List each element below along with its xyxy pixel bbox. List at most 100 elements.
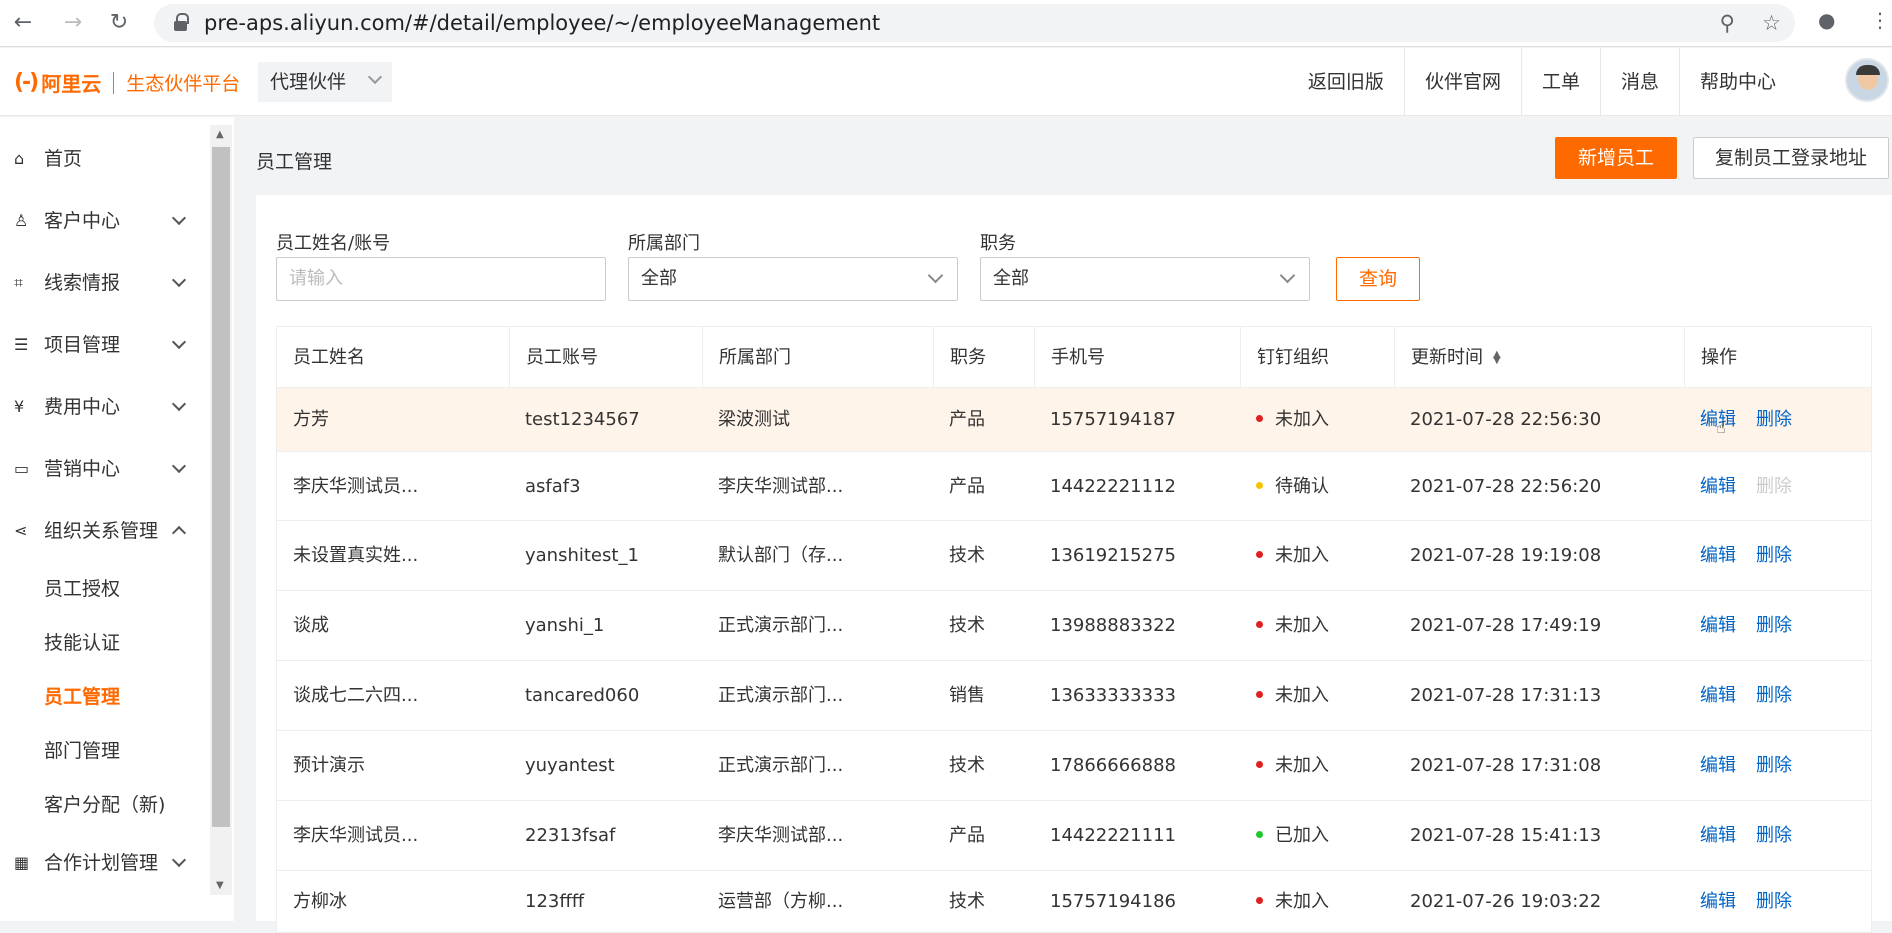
cell-name: 谈成七二六四... (293, 685, 419, 706)
table-row[interactable]: 未设置真实姓... yanshitest_1 默认部门（存... 技术 13619215… (276, 521, 1872, 591)
chevron-up-icon (171, 525, 187, 541)
table-row[interactable]: 方芳 test1234567 梁波测试 产品 15757194187 未加入 2021-07… (276, 388, 1872, 452)
link-help[interactable]: 帮助中心 (1678, 48, 1796, 116)
scroll-up-icon[interactable]: ▲ (216, 129, 224, 140)
chevron-down-icon (171, 458, 187, 474)
sidebar-item-leads[interactable]: ⌗ 线索情报 (0, 263, 210, 303)
delete-link[interactable]: 删除 (1756, 825, 1792, 846)
sidebar-item-customer[interactable]: ♙ 客户中心 (0, 201, 210, 241)
role-select[interactable]: 全部 (980, 257, 1310, 301)
sidebar-item-marketing[interactable]: ▭ 营销中心 (0, 449, 210, 489)
edit-link[interactable]: 编辑 (1700, 891, 1736, 912)
cell-dept: 默认部门（存... (718, 545, 844, 566)
cell-phone: 14422221112 (1050, 476, 1176, 497)
add-employee-button[interactable]: 新增员工 (1555, 137, 1677, 179)
chevron-down-icon (171, 852, 187, 868)
cell-dept: 李庆华测试部... (718, 825, 844, 846)
cell-dingtalk-status: 未加入 (1240, 731, 1394, 800)
avatar[interactable] (1845, 58, 1889, 102)
arrow-right-icon[interactable]: → (58, 10, 88, 35)
status-dot-icon (1256, 414, 1263, 422)
cell-account: yanshitest_1 (525, 545, 639, 566)
edit-link[interactable]: 编辑 (1700, 825, 1736, 846)
copy-login-url-button[interactable]: 复制员工登录地址 (1693, 137, 1889, 179)
cell-name: 李庆华测试员... (293, 825, 419, 846)
sidebar-item-projects[interactable]: ☰ 项目管理 (0, 325, 210, 365)
col-header-updated[interactable]: 更新时间 ▲ ▼ (1394, 327, 1684, 387)
sidebar-item-cooperation[interactable]: ▦ 合作计划管理 (0, 843, 210, 883)
name-filter-label: 员工姓名/账号 (276, 233, 391, 254)
sidebar-sub-authorization[interactable]: 员工授权 (44, 569, 120, 609)
sidebar-sub-employees[interactable]: 员工管理 (44, 677, 120, 717)
link-partner-site[interactable]: 伙伴官网 (1403, 48, 1521, 116)
delete-link[interactable]: 删除 (1756, 545, 1792, 566)
sidebar-item-organization[interactable]: ⋖ 组织关系管理 (0, 511, 210, 551)
table-body: 方芳 test1234567 梁波测试 产品 15757194187 未加入 2021-07… (276, 388, 1872, 933)
more-vert-icon[interactable]: ⋮ (1870, 8, 1890, 32)
sidebar-item-label: 合作计划管理 (44, 852, 159, 874)
delete-link[interactable]: 删除 (1756, 891, 1792, 912)
link-back-old[interactable]: 返回旧版 (1288, 48, 1404, 116)
name-filter-field[interactable] (276, 257, 606, 301)
home-icon: ⌂ (14, 149, 25, 168)
table-row[interactable]: 谈成七二六四... tancared060 正式演示部门... 销售 136333333… (276, 661, 1872, 731)
edit-link[interactable]: 编辑 (1700, 476, 1736, 497)
partner-type-select[interactable]: 代理伙伴 (258, 62, 392, 102)
dept-select[interactable]: 全部 (628, 257, 958, 301)
cell-updated: 2021-07-28 17:31:13 (1410, 685, 1602, 706)
dept-filter-label: 所属部门 (628, 233, 700, 254)
sidebar-sub-skills[interactable]: 技能认证 (44, 623, 120, 663)
sidebar-sub-departments[interactable]: 部门管理 (44, 731, 120, 771)
browser-toolbar: ← → ↻ pre-aps.aliyun.com/#/detail/employ… (0, 0, 1892, 47)
delete-link: 删除 (1756, 476, 1792, 497)
sidebar-sub-customer-assign[interactable]: 客户分配（新) (44, 785, 165, 825)
sidebar-scrollbar[interactable]: ▲ ▼ (210, 125, 232, 895)
mouse-cursor-icon: ☝ (1716, 418, 1726, 437)
query-button[interactable]: 查询 (1336, 257, 1420, 301)
edit-link[interactable]: 编辑 (1700, 685, 1736, 706)
link-ticket[interactable]: 工单 (1520, 48, 1600, 116)
status-text: 未加入 (1275, 615, 1329, 636)
delete-link[interactable]: 删除 (1756, 615, 1792, 636)
table-row[interactable]: 李庆华测试员... asfaf3 李庆华测试部... 产品 14422221112 待确认… (276, 452, 1872, 521)
status-dot-icon (1256, 550, 1263, 558)
status-dot-icon (1256, 481, 1263, 489)
star-icon[interactable]: ☆ (1762, 4, 1781, 42)
status-text: 未加入 (1275, 891, 1329, 912)
scroll-down-icon[interactable]: ▼ (216, 880, 224, 891)
table-row[interactable]: 预计演示 yuyantest 正式演示部门... 技术 17866666888 未加入 20… (276, 731, 1872, 801)
status-dot-icon (1256, 896, 1263, 904)
scrollbar-thumb[interactable] (212, 147, 230, 827)
delete-link[interactable]: 删除 (1756, 409, 1792, 430)
arrow-left-icon[interactable]: ← (8, 10, 38, 35)
table-row[interactable]: 谈成 yanshi_1 正式演示部门... 技术 13988883322 未加入 2021-… (276, 591, 1872, 661)
name-search-input[interactable] (289, 258, 590, 299)
sidebar-item-label: 费用中心 (44, 396, 121, 418)
edit-link[interactable]: 编辑 (1700, 755, 1736, 776)
link-messages[interactable]: 消息 (1599, 48, 1679, 116)
sidebar-item-home[interactable]: ⌂ 首页 (0, 139, 210, 179)
cell-dingtalk-status: 已加入 (1240, 801, 1394, 870)
cell-actions: 编辑 删除 (1684, 731, 1873, 800)
address-bar[interactable]: pre-aps.aliyun.com/#/detail/employee/~/e… (154, 4, 1795, 42)
zoom-icon[interactable]: ⚲ (1720, 4, 1735, 42)
calendar-icon: ▦ (14, 853, 30, 872)
table-header: 员工姓名 员工账号 所属部门 职务 手机号 钉钉组织 更新时间 ▲ ▼ 操作 (276, 326, 1872, 388)
cell-name: 李庆华测试员... (293, 476, 419, 497)
table-row[interactable]: 方柳冰 123ffff 运营部（方柳... 技术 15757194186 未加入 2021-… (276, 871, 1872, 933)
reload-icon[interactable]: ↻ (104, 10, 134, 35)
cell-account: tancared060 (525, 685, 640, 706)
status-dot-icon (1256, 760, 1263, 768)
sidebar-item-billing[interactable]: ¥ 费用中心 (0, 387, 210, 427)
edit-link[interactable]: 编辑 (1700, 545, 1736, 566)
delete-link[interactable]: 删除 (1756, 755, 1792, 776)
logo[interactable]: (-) 阿里云 生态伙伴平台 (14, 68, 240, 97)
cell-dept: 正式演示部门... (718, 685, 844, 706)
cell-phone: 13619215275 (1050, 545, 1176, 566)
table-row[interactable]: 李庆华测试员... 22313fsaf 李庆华测试部... 产品 14422221111… (276, 801, 1872, 871)
edit-link[interactable]: 编辑 (1700, 615, 1736, 636)
profile-icon[interactable]: ● (1818, 8, 1835, 32)
sort-icon[interactable]: ▲ ▼ (1493, 350, 1501, 366)
delete-link[interactable]: 删除 (1756, 685, 1792, 706)
cell-role: 技术 (949, 891, 985, 912)
